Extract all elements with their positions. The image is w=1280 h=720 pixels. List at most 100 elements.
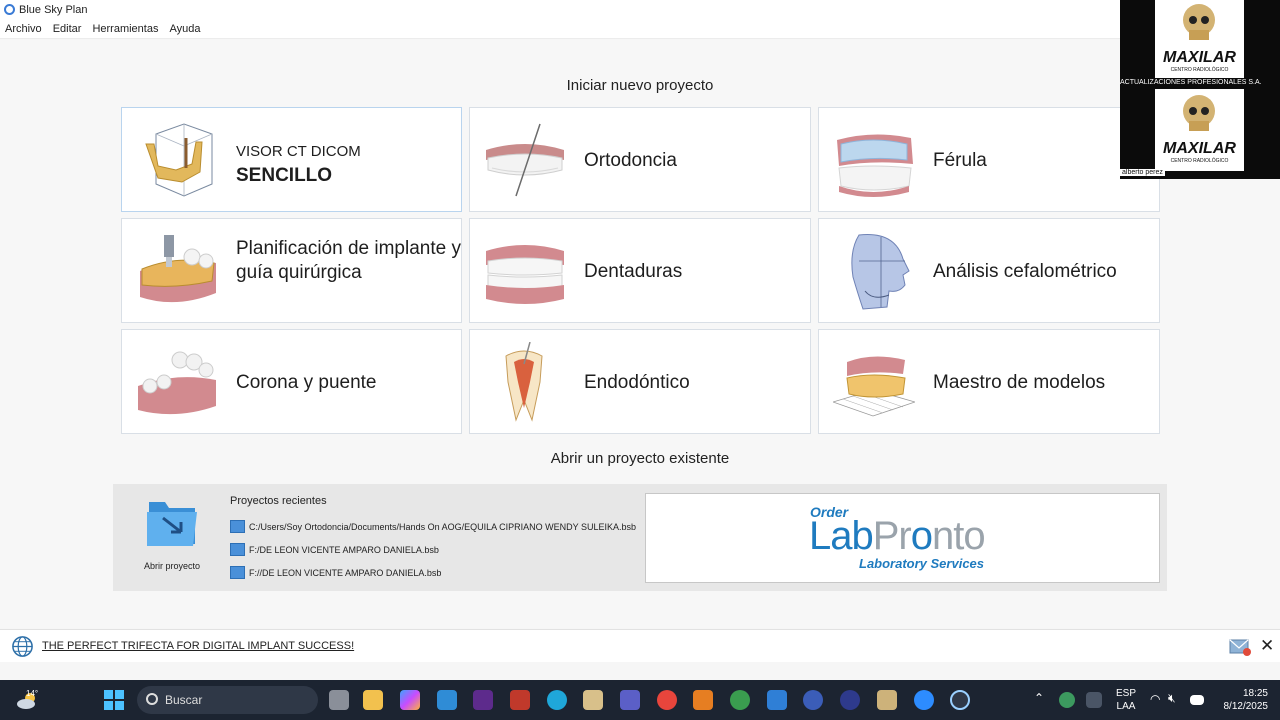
tile-corona[interactable]: Corona y puente (121, 329, 462, 434)
ct-jaw-cube-icon (145, 123, 213, 197)
tile-visor-ct-line2: SENCILLO (236, 165, 333, 186)
app-red-icon[interactable] (510, 690, 530, 710)
tile-endodontico-label: Endodóntico (584, 372, 690, 393)
clock-time: 18:25 (1242, 688, 1268, 699)
implant-guide-icon (140, 235, 216, 303)
webcam-sub-2: CENTRO RADIOLÓGICO (1170, 158, 1229, 164)
menu-editar[interactable]: Editar (53, 23, 82, 35)
chevron-up-icon[interactable]: ⌃ (1034, 692, 1044, 705)
windows-start-icon[interactable] (104, 690, 124, 710)
new-project-title: Iniciar nuevo proyecto (566, 77, 714, 94)
tile-visor-ct[interactable]: VISOR CT DICOM SENCILLO (121, 107, 462, 212)
language-line2: LAA (1116, 701, 1136, 712)
tile-maestro-modelos[interactable]: Maestro de modelos (818, 329, 1160, 434)
webcam-tile-2: MAXILAR CENTRO RADIOLÓGICO (1155, 89, 1244, 171)
recent-project-path: C:/Users/Soy Ortodoncia/Documents/Hands … (249, 521, 636, 532)
webcam-logo-2: MAXILAR (1163, 140, 1236, 157)
sync-icon[interactable] (1059, 692, 1075, 708)
volume-muted-icon[interactable]: 🔇︎ (1168, 692, 1176, 705)
teeth-orthodontics-icon (486, 123, 564, 197)
webcam-participant-name: alberto perez (1120, 169, 1165, 176)
app-orange-icon[interactable] (693, 690, 713, 710)
calculator-icon[interactable] (437, 690, 457, 710)
tile-implante-label: Planificación de implante y guía quirúrg… (236, 238, 461, 283)
taskbar: 14° Buscar ⌃ ESP LAA ◠ 🔇︎ 18:25 8/12/202… (0, 680, 1280, 720)
wifi-icon[interactable]: ◠ (1150, 693, 1160, 706)
language-indicator[interactable]: ESP LAA (1112, 687, 1140, 713)
tile-ortodoncia[interactable]: Ortodoncia (469, 107, 811, 212)
tile-visor-ct-line1: VISOR CT DICOM (236, 143, 361, 160)
tile-ferula[interactable]: Férula (818, 107, 1160, 212)
search-icon (146, 693, 158, 705)
copilot-icon[interactable] (400, 690, 420, 710)
skull-icon (1183, 4, 1215, 40)
r-app-2-icon[interactable] (840, 690, 860, 710)
labpronto-o: o (910, 514, 933, 558)
tile-cefalometrico[interactable]: Análisis cefalométrico (818, 218, 1160, 323)
tile-maestro-modelos-label: Maestro de modelos (933, 372, 1106, 393)
clock-date: 8/12/2025 (1223, 701, 1269, 712)
network-pen-icon[interactable] (1086, 692, 1102, 708)
labpronto-ad[interactable]: Order LabPronto Laboratory Services (645, 493, 1160, 583)
recent-project-2[interactable]: F:/DE LEON VICENTE AMPARO DANIELA.bsb (230, 543, 439, 556)
crown-bridge-icon (138, 351, 216, 415)
task-view-icon[interactable] (329, 690, 349, 710)
project-file-icon (230, 566, 245, 579)
tile-dentaduras[interactable]: Dentaduras (469, 218, 811, 323)
tile-implante[interactable]: Planificación de implante y guía quirúrg… (121, 218, 462, 323)
recent-project-3[interactable]: F://DE LEON VICENTE AMPARO DANIELA.bsb (230, 566, 441, 579)
webcam-logo-1: MAXILAR (1163, 49, 1236, 66)
labpronto-pr: Pr (872, 514, 912, 558)
cephalometric-head-icon (851, 234, 910, 310)
file-explorer-icon[interactable] (363, 690, 383, 710)
maxilar-app-icon[interactable] (583, 690, 603, 710)
clock[interactable]: 18:25 8/12/2025 (1212, 687, 1269, 713)
recent-project-path: F:/DE LEON VICENTE AMPARO DANIELA.bsb (249, 544, 439, 555)
search-label: Buscar (165, 693, 203, 707)
title-bar: Blue Sky Plan (0, 0, 1280, 19)
news-link[interactable]: THE PERFECT TRIFECTA FOR DIGITAL IMPLANT… (42, 640, 354, 652)
menu-archivo[interactable]: Archivo (5, 23, 42, 35)
tile-ferula-label: Férula (933, 150, 987, 171)
news-bar: THE PERFECT TRIFECTA FOR DIGITAL IMPLANT… (0, 629, 1280, 662)
battery-icon[interactable] (1190, 695, 1204, 705)
language-line1: ESP (1115, 688, 1136, 699)
open-project-title: Abrir un proyecto existente (550, 450, 730, 467)
webcam-overlay: MAXILAR CENTRO RADIOLÓGICO ACTUALIZACION… (1120, 0, 1280, 179)
open-project-label[interactable]: Abrir proyecto (113, 561, 231, 571)
photos-icon[interactable] (767, 690, 787, 710)
blue-sky-plan-icon (4, 4, 15, 15)
open-folder-icon[interactable] (143, 498, 203, 548)
chrome-icon[interactable] (657, 690, 677, 710)
open-project-panel: Abrir proyecto Proyectos recientes C:/Us… (113, 484, 1167, 591)
mail-icon[interactable] (1229, 638, 1251, 656)
recent-projects-title: Proyectos recientes (230, 495, 327, 507)
project-file-icon (230, 520, 245, 533)
menu-herramientas[interactable]: Herramientas (92, 23, 158, 35)
window-title: Blue Sky Plan (19, 3, 88, 16)
labpronto-nto: nto (932, 514, 986, 558)
webcam-tile-1: MAXILAR CENTRO RADIOLÓGICO (1155, 0, 1244, 78)
main-content: Iniciar nuevo proyecto VISOR CT DICOM SE… (0, 40, 1280, 628)
menu-ayuda[interactable]: Ayuda (169, 23, 200, 35)
endodontic-tooth-icon (505, 342, 543, 422)
tile-dentaduras-label: Dentaduras (584, 261, 683, 282)
maxilar-app-2-icon[interactable] (877, 690, 897, 710)
chrome-profile-icon[interactable] (730, 690, 750, 710)
app-purple-icon[interactable] (473, 690, 493, 710)
taskbar-search[interactable]: Buscar (137, 686, 318, 714)
blue-sky-plan-taskbar-icon[interactable] (950, 690, 970, 710)
globe-icon (12, 636, 33, 657)
edge-icon[interactable] (547, 690, 567, 710)
splint-icon (837, 134, 913, 197)
tile-endodontico[interactable]: Endodóntico (469, 329, 811, 434)
webcam-sub-1: CENTRO RADIOLÓGICO (1170, 67, 1229, 73)
r-app-icon[interactable] (803, 690, 823, 710)
webcam-banner: ACTUALIZACIONES PROFESIONALES S.A. (1120, 79, 1262, 86)
zoom-icon[interactable] (914, 690, 934, 710)
teams-icon[interactable] (620, 690, 640, 710)
close-news-button[interactable]: ✕ (1260, 636, 1274, 656)
labpronto-lab: Lab (809, 514, 874, 558)
tile-ortodoncia-label: Ortodoncia (584, 150, 677, 171)
recent-project-1[interactable]: C:/Users/Soy Ortodoncia/Documents/Hands … (230, 520, 636, 533)
